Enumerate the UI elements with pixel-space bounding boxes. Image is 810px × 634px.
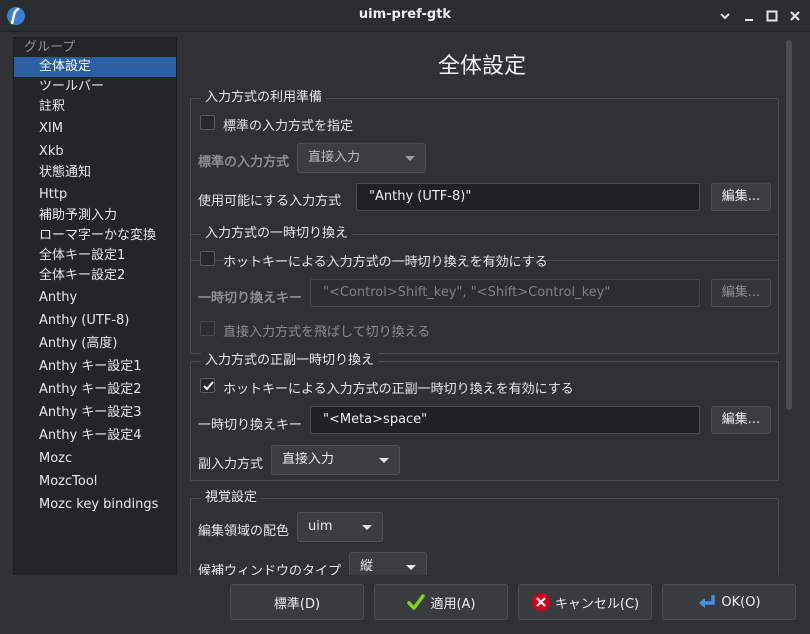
chevron-down-icon <box>406 565 416 570</box>
toggle-key-label: 一時切り換えキー <box>198 291 303 306</box>
sidebar-item-toolbar[interactable]: ツールバー <box>14 77 176 97</box>
visual-settings-frame: 視覚設定 編集領域の配色 uim 候補ウィンドウのタイプ 縦 <box>190 490 779 575</box>
frame-label: 視覚設定 <box>201 490 262 506</box>
sidebar-item-prediction[interactable]: 補助予測入力 <box>14 206 176 226</box>
sidebar-item-global-keys2[interactable]: 全体キー設定2 <box>14 266 176 286</box>
candidate-window-combo[interactable]: 縦 <box>349 552 427 575</box>
sidebar-item-http[interactable]: Http <box>14 183 176 206</box>
preedit-color-label: 編集領域の配色 <box>198 524 290 539</box>
default-im-value: 直接入力 <box>308 150 361 165</box>
sidebar-item-status[interactable]: 状態通知 <box>14 163 176 183</box>
secondary-im-combo[interactable]: 直接入力 <box>271 445 400 475</box>
ok-button[interactable]: OK(O) <box>662 584 796 620</box>
toggle-key-edit-button[interactable]: 編集... <box>711 279 771 307</box>
sidebar-item-mozctool[interactable]: MozcTool <box>14 470 176 493</box>
sidebar-item-general[interactable]: 全体設定 <box>14 57 176 77</box>
cancel-button[interactable]: キャンセル(C) <box>518 584 652 620</box>
sidebar-item-xkb[interactable]: Xkb <box>14 140 176 163</box>
im-toggle-frame: 入力方式の一時切り換え ホットキーによる入力方式の一時切り換えを有効にする 一時… <box>190 226 779 354</box>
window-title: uim-pref-gtk <box>358 7 452 22</box>
primary-secondary-checkbox[interactable] <box>200 378 215 393</box>
defaults-button-label: 標準(D) <box>273 596 321 612</box>
secondary-im-label: 副入力方式 <box>198 457 264 472</box>
im-primary-secondary-frame: 入力方式の正副一時切り換え ホットキーによる入力方式の正副一時切り換えを有効にす… <box>190 353 779 481</box>
default-im-combo[interactable]: 直接入力 <box>297 143 426 173</box>
toggle-hotkey-checkbox[interactable] <box>200 251 215 266</box>
sidebar-item-anthy-keys1[interactable]: Anthy キー設定1 <box>14 355 176 378</box>
sidebar-item-anthy[interactable]: Anthy <box>14 286 176 309</box>
sidebar-item-anthy-keys4[interactable]: Anthy キー設定4 <box>14 424 176 447</box>
preedit-color-combo[interactable]: uim <box>297 512 383 542</box>
checkmark-icon <box>407 594 426 610</box>
scrollbar[interactable] <box>786 40 792 410</box>
sidebar-header: グループ <box>24 40 76 55</box>
chevron-down-icon <box>379 458 389 463</box>
cancel-button-label: キャンセル(C) <box>554 596 640 612</box>
preedit-color-value: uim <box>308 519 333 534</box>
chevron-down-icon <box>405 156 415 161</box>
enabled-im-edit-button[interactable]: 編集... <box>711 183 771 211</box>
primary-secondary-key-entry[interactable]: "<Meta>space" <box>310 406 700 434</box>
default-im-checkbox-label: 標準の入力方式を指定 <box>223 119 354 134</box>
enter-arrow-icon <box>699 595 716 608</box>
primary-secondary-edit-button[interactable]: 編集... <box>711 406 771 434</box>
close-icon[interactable] <box>787 8 803 24</box>
skip-direct-checkbox[interactable] <box>200 321 215 336</box>
primary-secondary-checkbox-label: ホットキーによる入力方式の正副一時切り換えを有効にする <box>223 382 574 397</box>
settings-panel: 全体設定 入力方式の利用準備 標準の入力方式を指定 標準の入力方式 直接入力 使… <box>182 37 797 575</box>
default-im-checkbox[interactable] <box>200 115 215 130</box>
frame-label: 入力方式の正副一時切り換え <box>201 353 379 369</box>
secondary-im-value: 直接入力 <box>282 452 335 467</box>
minimize-icon[interactable] <box>741 8 757 24</box>
enabled-im-entry[interactable]: "Anthy (UTF-8)" <box>356 183 700 211</box>
sidebar-item-annotation[interactable]: 註釈 <box>14 97 176 117</box>
default-im-label: 標準の入力方式 <box>198 155 290 170</box>
defaults-button[interactable]: 標準(D) <box>230 584 364 620</box>
sidebar-item-romaji[interactable]: ローマ字ーかな変換 <box>14 226 176 246</box>
checkmark-icon <box>203 381 214 391</box>
candidate-window-label: 候補ウィンドウのタイプ <box>198 564 342 575</box>
sidebar-item-mozc[interactable]: Mozc <box>14 447 176 470</box>
toggle-hotkey-checkbox-label: ホットキーによる入力方式の一時切り換えを有効にする <box>223 255 548 270</box>
sidebar-item-xim[interactable]: XIM <box>14 117 176 140</box>
skip-direct-checkbox-label: 直接入力方式を飛ばして切り換える <box>223 325 431 340</box>
frame-label: 入力方式の利用準備 <box>201 90 327 106</box>
sidebar-item-anthy-advanced[interactable]: Anthy (高度) <box>14 332 176 355</box>
sidebar-item-mozc-key-bindings[interactable]: Mozc key bindings <box>14 493 176 516</box>
enabled-im-label: 使用可能にする入力方式 <box>198 194 342 209</box>
maximize-icon[interactable] <box>764 8 780 24</box>
cancel-icon <box>531 593 550 611</box>
group-sidebar: グループ 全体設定 ツールバー 註釈 XIM Xkb 状態通知 Http 補助予… <box>13 37 177 575</box>
sidebar-item-global-keys1[interactable]: 全体キー設定1 <box>14 246 176 266</box>
sidebar-item-anthy-keys3[interactable]: Anthy キー設定3 <box>14 401 176 424</box>
frame-label: 入力方式の一時切り換え <box>201 226 353 242</box>
page-title: 全体設定 <box>437 54 526 79</box>
sidebar-item-anthy-utf8[interactable]: Anthy (UTF-8) <box>14 309 176 332</box>
sidebar-item-anthy-keys2[interactable]: Anthy キー設定2 <box>14 378 176 401</box>
candidate-window-value: 縦 <box>360 559 374 574</box>
title-bar: uim-pref-gtk <box>0 0 810 32</box>
chevron-down-icon <box>362 525 372 530</box>
ok-button-label: OK(O) <box>721 594 761 610</box>
toggle-key-entry[interactable]: "<Control>Shift_key", "<Shift>Control_ke… <box>310 279 700 307</box>
menu-chevron-icon[interactable] <box>717 8 733 24</box>
apply-button-label: 適用(A) <box>430 596 476 612</box>
primary-secondary-key-label: 一時切り換えキー <box>198 418 303 433</box>
apply-button[interactable]: 適用(A) <box>374 584 508 620</box>
